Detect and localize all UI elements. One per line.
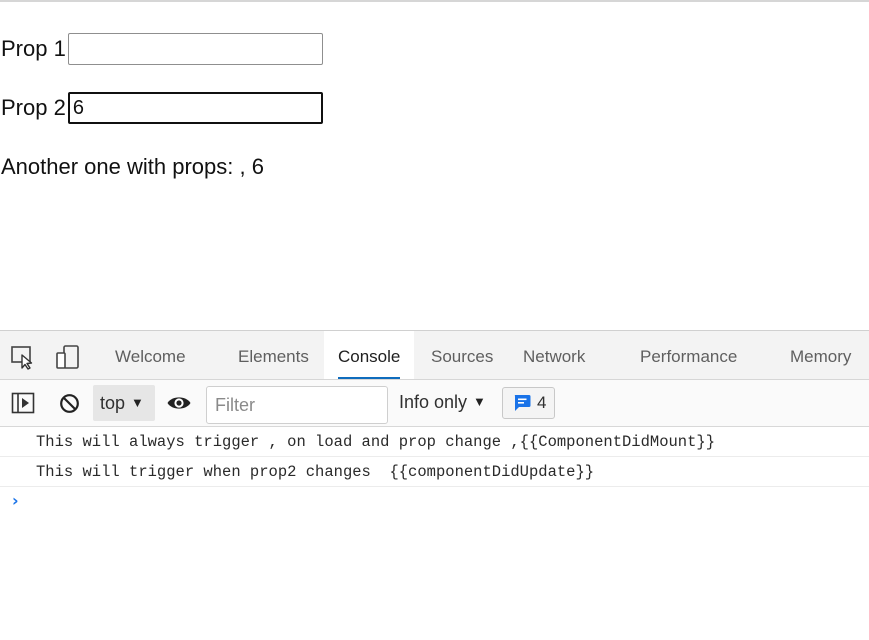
log-level-value: Info only: [399, 392, 468, 412]
tab-console[interactable]: Console: [324, 331, 415, 379]
tab-network[interactable]: Network: [523, 331, 585, 379]
devtools-panel: Welcome Elements Console Sources Network…: [0, 330, 869, 640]
react-app-page: Prop 1 Prop 2 Another one with props: , …: [0, 0, 869, 330]
prop1-input[interactable]: [67, 33, 323, 65]
context-selector-value: top: [100, 393, 126, 413]
inspect-element-icon[interactable]: [10, 344, 36, 370]
props-result-text: Another one with props: , 6: [1, 154, 264, 179]
console-message: This will always trigger , on load and p…: [0, 427, 869, 457]
caret-down-icon: ▼: [131, 395, 144, 410]
tab-performance[interactable]: Performance: [640, 331, 737, 379]
console-filter-input[interactable]: [206, 386, 388, 424]
tab-welcome[interactable]: Welcome: [115, 331, 186, 379]
prop1-row: Prop 1: [1, 33, 323, 65]
devtools-tab-bar: Welcome Elements Console Sources Network…: [0, 330, 869, 380]
prop2-row: Prop 2: [1, 92, 323, 124]
prop2-label: Prop 2: [1, 95, 66, 120]
clear-console-icon[interactable]: [59, 393, 80, 419]
message-bubble-icon: [514, 395, 531, 411]
prop2-input[interactable]: [67, 92, 323, 124]
live-expression-eye-icon[interactable]: [166, 393, 192, 418]
message-count-button[interactable]: 4: [502, 387, 555, 419]
console-prompt[interactable]: ›: [0, 487, 869, 515]
caret-down-icon: ▼: [473, 394, 486, 409]
message-count: 4: [537, 393, 547, 412]
prop1-label: Prop 1: [1, 36, 66, 61]
log-level-dropdown[interactable]: Info only ▼: [399, 392, 486, 413]
console-toolbar: top ▼ Info only ▼ 4: [0, 380, 869, 427]
context-selector[interactable]: top ▼: [93, 385, 155, 421]
device-emulation-icon[interactable]: [55, 344, 81, 370]
tab-elements[interactable]: Elements: [238, 331, 309, 379]
tab-memory[interactable]: Memory: [790, 331, 851, 379]
show-sidebar-icon[interactable]: [11, 392, 35, 419]
console-message: This will trigger when prop2 changes {{c…: [0, 457, 869, 487]
tab-sources[interactable]: Sources: [431, 331, 493, 379]
prompt-chevron-icon: ›: [12, 491, 19, 510]
